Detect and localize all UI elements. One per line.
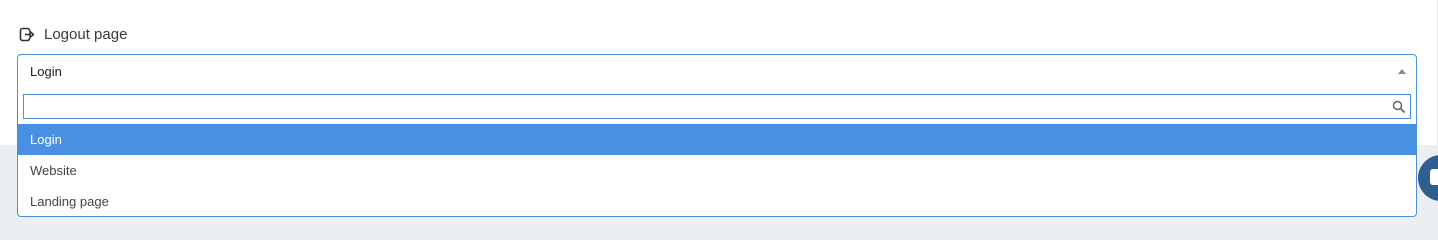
logout-page-select[interactable]: Login [17,54,1417,90]
caret-up-icon [1398,69,1406,74]
options-list: Login Website Landing page [18,124,1416,217]
option-landing-page[interactable]: Landing page [18,186,1416,217]
dropdown-search-input[interactable] [24,95,1410,118]
select-dropdown: Login Website Landing page [17,89,1417,217]
search-icon [1392,100,1406,114]
field-label-text: Logout page [44,25,128,43]
option-website[interactable]: Website [18,155,1416,186]
dropdown-search [23,94,1411,119]
chat-icon [1430,169,1438,185]
selected-value: Login [30,64,62,79]
option-login[interactable]: Login [18,124,1416,155]
logout-page-label: Logout page [19,24,127,44]
chat-widget-button[interactable] [1418,155,1438,201]
logout-icon [19,26,36,43]
